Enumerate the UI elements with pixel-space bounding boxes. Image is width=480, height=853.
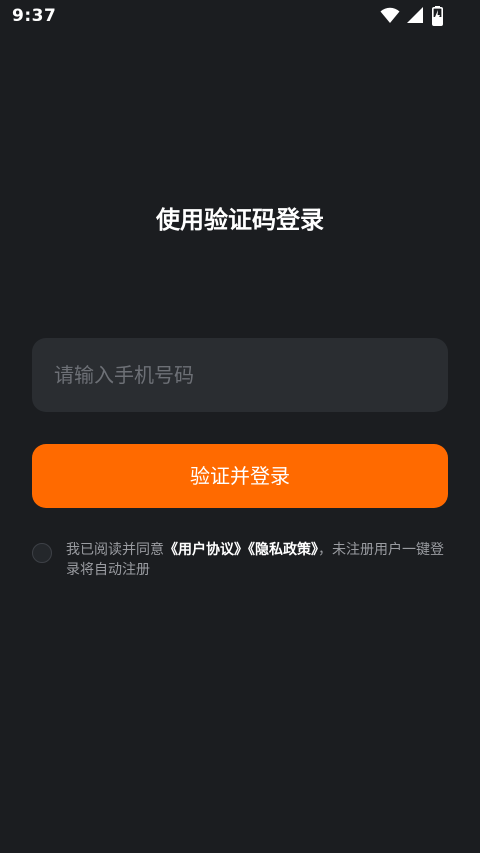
wifi-icon (380, 7, 400, 23)
battery-charging-icon (432, 6, 443, 26)
login-screen: 9:37 使用验证码登录 验证并登录 我已阅读并同意《用户协议》《隐私政策》，未… (0, 0, 480, 853)
verify-login-button[interactable]: 验证并登录 (32, 444, 448, 508)
phone-input-container (32, 338, 448, 412)
user-agreement-link[interactable]: 《用户协议》 (164, 542, 248, 558)
privacy-policy-link[interactable]: 《隐私政策》 (248, 542, 318, 558)
signal-icon (407, 7, 423, 23)
agreement-prefix: 我已阅读并同意 (66, 542, 164, 558)
phone-number-input[interactable] (32, 338, 448, 412)
page-title: 使用验证码登录 (156, 206, 324, 234)
agreement-text: 我已阅读并同意《用户协议》《隐私政策》，未注册用户一键登录将自动注册 (66, 540, 454, 580)
agreement-checkbox[interactable] (32, 543, 52, 563)
status-time: 9:37 (12, 6, 57, 26)
status-bar: 9:37 (0, 0, 480, 32)
